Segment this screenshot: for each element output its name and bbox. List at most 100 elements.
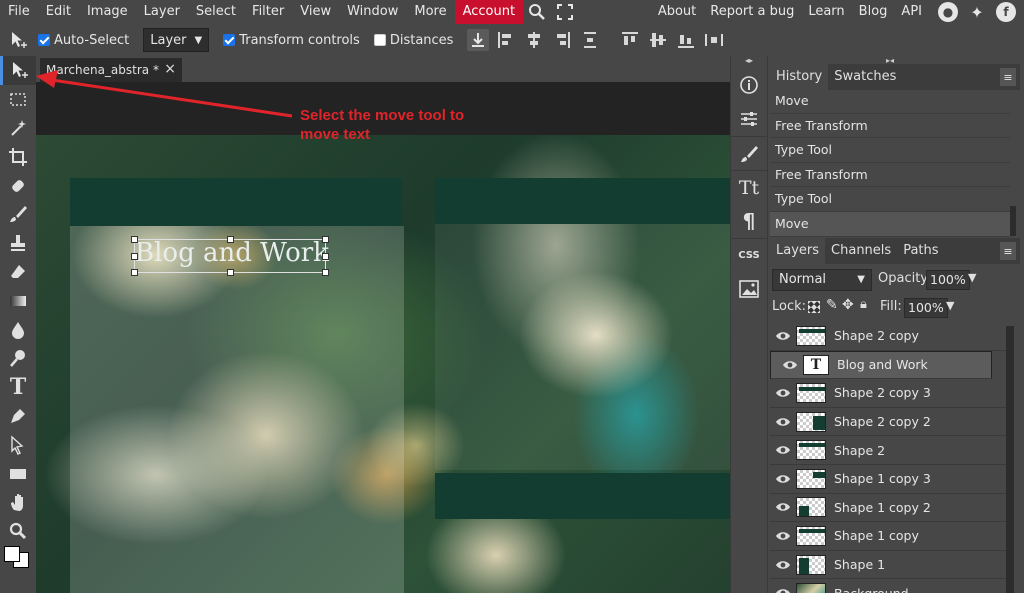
transform-handle-tr[interactable] xyxy=(322,236,329,243)
history-item[interactable]: Type Tool xyxy=(770,187,1010,212)
layer-row[interactable]: Background xyxy=(770,579,1006,593)
css-panel-icon[interactable]: CSS xyxy=(731,238,767,272)
history-panel-menu-icon[interactable]: ≡ xyxy=(1000,68,1016,86)
transform-handle-tm[interactable] xyxy=(227,236,234,243)
blend-mode-dropdown[interactable]: Normal ▼ xyxy=(772,269,872,291)
transform-handle-bl[interactable] xyxy=(131,269,138,276)
dodge-icon[interactable] xyxy=(0,344,36,373)
menu-more[interactable]: More xyxy=(406,0,454,24)
marquee-tool-icon[interactable] xyxy=(0,85,36,114)
lock-transparency-icon[interactable] xyxy=(808,301,820,313)
menu-select[interactable]: Select xyxy=(188,0,244,24)
tab-history[interactable]: History xyxy=(770,64,829,90)
blur-drop-icon[interactable] xyxy=(0,315,36,344)
type-tool-icon[interactable]: T xyxy=(0,373,36,402)
auto-select-target-dropdown[interactable]: Layer ▼ xyxy=(143,28,210,52)
fullscreen-icon[interactable] xyxy=(554,0,576,24)
image-panel-icon[interactable] xyxy=(731,272,767,306)
visibility-eye-icon[interactable] xyxy=(770,417,796,427)
opacity-dropdown-icon[interactable]: ▼ xyxy=(968,271,976,284)
brush-settings-icon[interactable] xyxy=(731,136,767,170)
zoom-icon[interactable] xyxy=(0,517,36,546)
visibility-eye-icon[interactable] xyxy=(770,388,796,398)
history-item-current[interactable]: Move xyxy=(770,211,1010,237)
rectangle-shape-icon[interactable] xyxy=(0,459,36,488)
text-layer-bounding-box[interactable]: Blog and Work xyxy=(131,236,329,276)
menu-layer[interactable]: Layer xyxy=(136,0,188,24)
visibility-eye-icon[interactable] xyxy=(770,588,796,593)
lock-position-icon[interactable]: ✥ xyxy=(842,297,854,313)
reddit-icon[interactable]: ● xyxy=(938,2,958,22)
visibility-eye-icon[interactable] xyxy=(770,331,796,341)
twitter-icon[interactable]: ✦ xyxy=(967,2,987,22)
tab-paths[interactable]: Paths xyxy=(897,238,944,264)
layer-row[interactable]: Shape 1 copy xyxy=(770,522,1006,551)
auto-select-checkmark[interactable] xyxy=(38,34,50,46)
align-left-icon[interactable] xyxy=(495,29,517,51)
clone-stamp-icon[interactable] xyxy=(0,229,36,258)
layer-row-selected[interactable]: T Blog and Work xyxy=(770,350,992,380)
adjustments-icon[interactable] xyxy=(731,102,767,136)
tab-channels[interactable]: Channels xyxy=(825,238,897,264)
search-icon[interactable] xyxy=(526,0,548,24)
visibility-eye-icon[interactable] xyxy=(770,502,796,512)
align-middle-icon[interactable] xyxy=(647,29,669,51)
align-top-icon[interactable] xyxy=(619,29,641,51)
paragraph-icon[interactable]: ¶ xyxy=(731,204,767,238)
menu-blog[interactable]: Blog xyxy=(852,0,895,24)
move-tool-icon[interactable] xyxy=(0,56,36,85)
opacity-input[interactable]: 100% xyxy=(926,270,970,290)
info-icon[interactable] xyxy=(731,68,767,102)
fill-input[interactable]: 100% xyxy=(904,298,948,318)
menu-learn[interactable]: Learn xyxy=(801,0,851,24)
auto-select-checkbox[interactable]: Auto-Select xyxy=(38,33,129,48)
layer-row[interactable]: Shape 1 copy 2 xyxy=(770,494,1006,523)
menu-view[interactable]: View xyxy=(292,0,339,24)
path-select-icon[interactable] xyxy=(0,430,36,459)
align-right-icon[interactable] xyxy=(551,29,573,51)
history-item[interactable]: Free Transform xyxy=(770,114,1010,139)
color-swatches-icon[interactable] xyxy=(0,545,36,575)
pen-tool-icon[interactable] xyxy=(0,402,36,431)
distribute-vertical-icon[interactable] xyxy=(579,29,601,51)
lock-all-icon[interactable]: 🔒︎ xyxy=(860,297,867,312)
facebook-icon[interactable]: f xyxy=(996,2,1016,22)
magic-wand-icon[interactable] xyxy=(0,114,36,143)
layer-row[interactable]: Shape 2 copy xyxy=(770,322,1006,351)
layer-row[interactable]: Shape 2 copy 3 xyxy=(770,379,1006,408)
tab-swatches[interactable]: Swatches xyxy=(828,64,902,90)
layer-row[interactable]: Shape 2 xyxy=(770,436,1006,465)
layer-row[interactable]: Shape 1 copy 3 xyxy=(770,465,1006,494)
transform-controls-checkmark[interactable] xyxy=(223,34,236,46)
strip-collapse-icon[interactable]: ◂▸ xyxy=(731,56,767,68)
transform-handle-br[interactable] xyxy=(322,269,329,276)
transform-handle-mr[interactable] xyxy=(322,253,329,260)
transform-handle-ml[interactable] xyxy=(131,253,138,260)
visibility-eye-icon[interactable] xyxy=(770,560,796,570)
lock-pixels-icon[interactable]: ✎ xyxy=(826,297,838,313)
distances-checkmark[interactable] xyxy=(373,34,386,46)
align-bottom-icon[interactable] xyxy=(675,29,697,51)
layer-row[interactable]: Shape 2 copy 2 xyxy=(770,408,1006,437)
eraser-icon[interactable] xyxy=(0,258,36,287)
account-button[interactable]: Account xyxy=(454,0,524,24)
history-item[interactable]: Move xyxy=(770,89,1010,114)
menu-file[interactable]: File xyxy=(0,0,38,24)
character-icon[interactable]: Tt xyxy=(731,170,767,204)
fill-dropdown-icon[interactable]: ▼ xyxy=(946,299,954,312)
transform-controls-checkbox[interactable]: Transform controls xyxy=(223,33,360,48)
layers-panel-menu-icon[interactable]: ≡ xyxy=(1000,242,1016,260)
close-icon[interactable]: × xyxy=(164,61,176,77)
crop-icon[interactable] xyxy=(0,142,36,171)
history-item[interactable]: Type Tool xyxy=(770,138,1010,163)
history-item[interactable]: Free Transform xyxy=(770,163,1010,188)
document-tab[interactable]: Marchena_abstra * × xyxy=(40,58,182,82)
menu-api[interactable]: API xyxy=(894,0,929,24)
transform-handle-tl[interactable] xyxy=(131,236,138,243)
brush-icon[interactable] xyxy=(0,200,36,229)
history-scrollbar[interactable] xyxy=(1010,206,1016,236)
visibility-eye-icon[interactable] xyxy=(770,474,796,484)
align-center-horizontal-icon[interactable] xyxy=(523,29,545,51)
layer-row[interactable]: Shape 1 xyxy=(770,551,1006,580)
distribute-horizontal-icon[interactable] xyxy=(703,29,725,51)
